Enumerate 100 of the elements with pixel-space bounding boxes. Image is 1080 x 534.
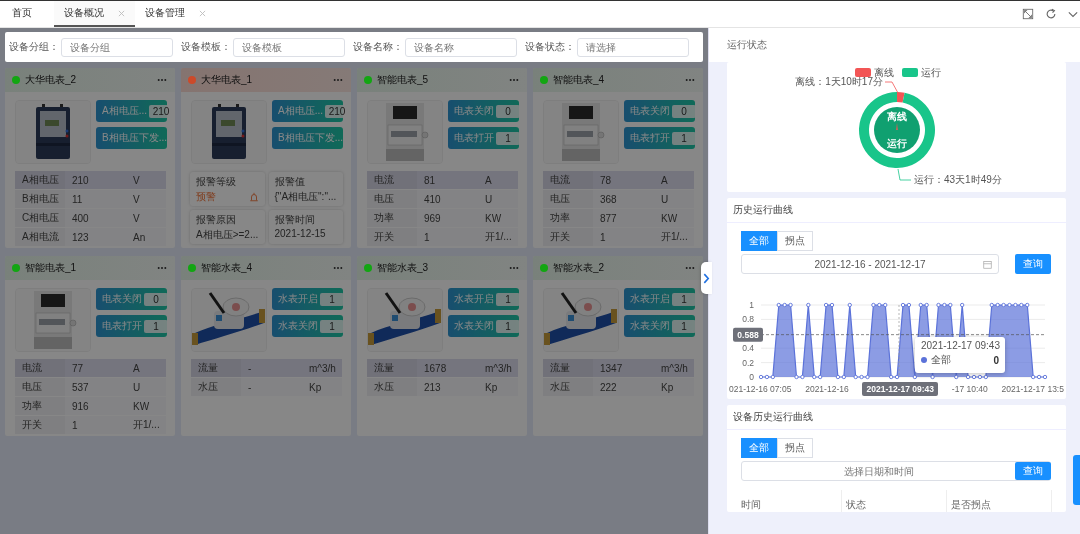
table-cell-text: Kp — [308, 380, 323, 395]
table-cell-text: 77 — [71, 361, 85, 376]
value-label: 离线：1天10时17分 — [795, 76, 883, 87]
alarm-label: 报警时间 — [274, 213, 316, 227]
filter-field[interactable]: 设备模板 — [233, 37, 345, 57]
table-cell-text: - — [247, 361, 253, 376]
device-name: 智能水表_4 — [201, 261, 253, 275]
page-tab[interactable]: 设备概况 — [54, 1, 135, 27]
axis-tick-label: 2021-12-17 13:5 — [1001, 383, 1064, 394]
action-button[interactable]: B相电压下发... — [272, 127, 343, 149]
table-cell-text: 81 — [423, 173, 437, 188]
bell-icon — [248, 192, 259, 202]
action-button[interactable]: 水表关闭 1 — [448, 315, 519, 337]
action-count: 1 — [496, 292, 520, 306]
panel-title: 运行状态 — [727, 38, 767, 52]
more-icon[interactable] — [157, 266, 167, 270]
column-header: 状态 — [842, 490, 947, 512]
device-name: 大华电表_1 — [201, 73, 253, 87]
more-icon[interactable] — [333, 266, 343, 270]
data-point — [960, 302, 965, 308]
action-button[interactable]: 水表关闭 1 — [624, 315, 695, 337]
axis-tick-label: 1 — [749, 300, 754, 310]
action-button[interactable]: 水表开启 1 — [448, 288, 519, 310]
table-cell: 电压 — [367, 190, 417, 208]
axis-tick-label: 021-12-16 07:05 — [729, 383, 792, 394]
more-icon[interactable] — [333, 78, 343, 82]
more-icon[interactable] — [509, 266, 519, 270]
filter-field[interactable]: 请选择 — [577, 37, 689, 57]
more-icon[interactable] — [685, 266, 695, 270]
table-cell-text: 1 — [599, 230, 607, 245]
center-disk-drawing — [874, 107, 920, 153]
action-button[interactable]: 水表开启 1 — [272, 288, 343, 310]
mode-toggle[interactable]: 全部 — [741, 231, 777, 251]
leader-line — [884, 81, 899, 94]
table-cell-text: U — [660, 192, 670, 207]
action-button[interactable]: 水表开启 1 — [624, 288, 695, 310]
table-cell: 开关 — [15, 416, 65, 434]
action-button[interactable]: 电表关闭 0 — [624, 100, 695, 122]
action-button[interactable]: B相电压下发... — [96, 127, 167, 149]
action-button[interactable]: 电表关闭 0 — [96, 288, 167, 310]
table-cell-text: U — [484, 192, 494, 207]
table-cell: A相电压 — [15, 171, 65, 189]
date-range-field[interactable]: 2021-12-16 - 2021-12-17 — [741, 254, 999, 274]
table-cell: 电压 — [543, 190, 593, 208]
datetime-field[interactable]: 选择日期和时间 查询 — [741, 461, 1051, 481]
table-cell-text: - — [247, 380, 253, 395]
action-count: 1 — [320, 319, 344, 333]
filter-label: 设备名称： — [353, 40, 403, 54]
data-point — [930, 374, 935, 380]
table-cell-text: 368 — [599, 192, 618, 207]
table-cell-text: V — [132, 211, 141, 226]
table-cell-text: Kp — [484, 380, 499, 395]
axis-tick-label: 2021-12-16 — [805, 383, 849, 394]
alarm-value: 2021-12-15 — [274, 228, 326, 239]
table-cell: 开关 — [367, 228, 417, 246]
table-cell-text: KW — [660, 211, 679, 226]
filter-label: 设备分组： — [9, 40, 59, 54]
table-cell: 功率 — [15, 397, 65, 415]
axis-tick-label: 0 — [749, 372, 754, 381]
query-button[interactable]: 查询 — [1015, 254, 1051, 274]
action-button[interactable]: 电表打开 1 — [96, 315, 167, 337]
table-cell-text: 78 — [599, 173, 613, 188]
legend-item[interactable]: 运行 — [902, 67, 941, 78]
table-cell-text: 1678 — [423, 361, 448, 376]
slice-label: 运行 — [887, 138, 907, 149]
action-button[interactable]: 电表打开 1 — [624, 127, 695, 149]
column-header: 时间 — [737, 490, 842, 512]
filter-field[interactable]: 设备名称 — [405, 37, 517, 57]
action-count: 1 — [496, 131, 520, 145]
filter-field[interactable]: 设备分组 — [61, 37, 173, 57]
mode-toggle[interactable]: 全部 — [741, 438, 777, 458]
collapse-handle[interactable] — [701, 262, 712, 294]
action-count: 0 — [672, 104, 696, 118]
table-cell-text: 123 — [71, 230, 90, 245]
alarm-value: A相电压>=2... — [196, 228, 259, 242]
table-cell-text: 开1/... — [660, 230, 689, 244]
table-cell: C相电压 — [15, 209, 65, 227]
table-cell-text: m^3/h — [660, 361, 689, 376]
table-cell-text: V — [132, 173, 141, 188]
table-cell-text: 969 — [423, 211, 442, 226]
query-button[interactable]: 查询 — [1015, 462, 1051, 480]
table-cell-text: A — [132, 361, 141, 376]
alarm-label: 报警原因 — [196, 213, 237, 227]
table-cell-text: 1 — [423, 230, 431, 245]
page-tab[interactable]: 首页 — [0, 1, 54, 27]
action-count: 0 — [496, 104, 520, 118]
mode-toggle[interactable]: 拐点 — [777, 438, 813, 458]
more-icon[interactable] — [157, 78, 167, 82]
fullscreen-icon[interactable] — [1022, 8, 1034, 20]
action-button[interactable]: 水表关闭 1 — [272, 315, 343, 337]
table-cell: 开关 — [543, 228, 593, 246]
page-tab[interactable]: 设备管理 — [135, 1, 216, 27]
action-button[interactable]: 电表关闭 0 — [448, 100, 519, 122]
legend-item[interactable]: 离线 — [855, 67, 894, 78]
mode-toggle[interactable]: 拐点 — [777, 231, 813, 251]
action-button[interactable]: 电表打开 1 — [448, 127, 519, 149]
more-icon[interactable] — [509, 78, 519, 82]
more-icon[interactable] — [685, 78, 695, 82]
table-cell-text: 537 — [71, 380, 90, 395]
refresh-icon[interactable] — [1045, 8, 1057, 20]
